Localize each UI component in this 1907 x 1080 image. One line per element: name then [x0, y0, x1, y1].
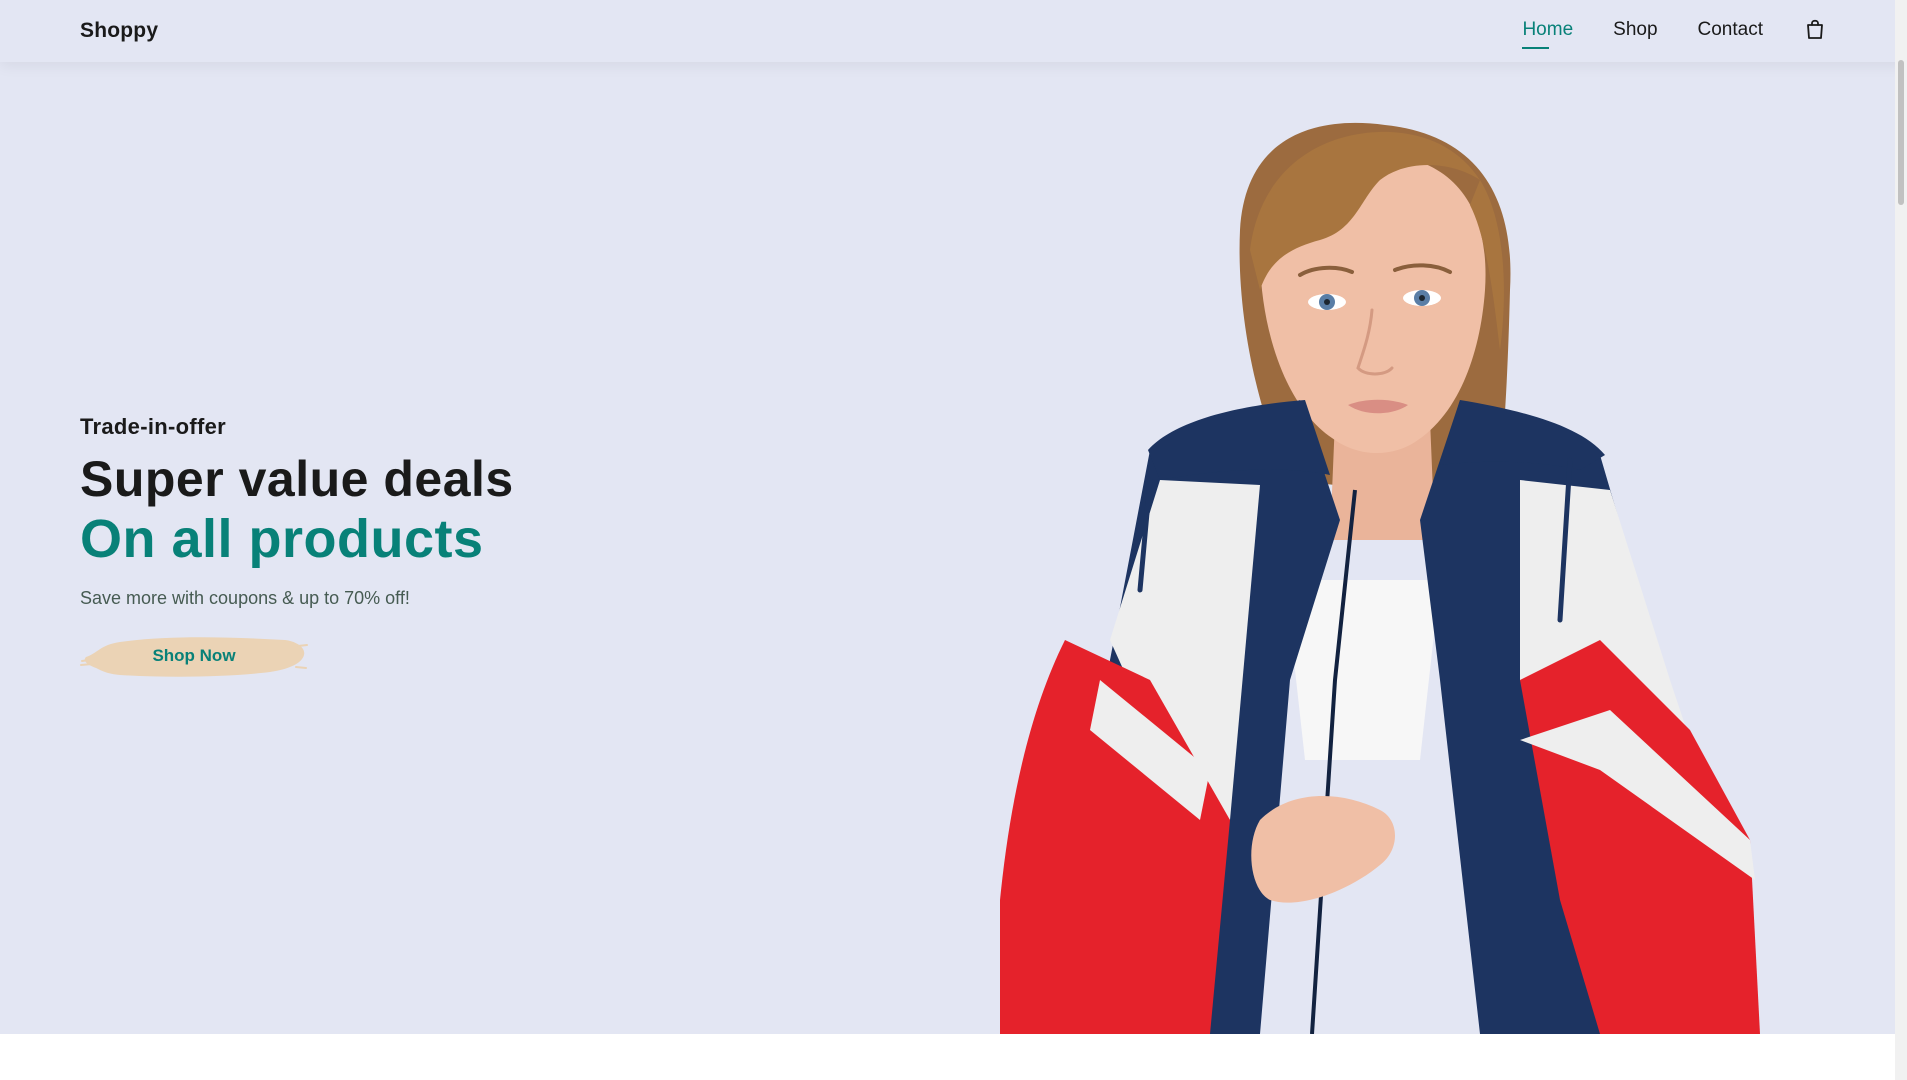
hero-subtext: Save more with coupons & up to 70% off! [80, 588, 410, 608]
hero-model-image [1000, 122, 1760, 1034]
scrollbar-thumb[interactable] [1898, 60, 1904, 205]
shopping-bag-icon[interactable] [1803, 17, 1827, 41]
nav-item-cart[interactable] [1763, 17, 1827, 46]
hero-text-block: Trade-in-offer Super value deals On all … [80, 414, 514, 681]
main-nav: Home Shop Contact [1482, 17, 1827, 49]
hero-section: Trade-in-offer Super value deals On all … [0, 0, 1907, 1034]
shop-now-button[interactable]: Shop Now [80, 631, 308, 681]
site-header: Shoppy Home Shop Contact [0, 0, 1907, 62]
site-logo[interactable]: Shoppy [80, 19, 158, 43]
hero-headline: Super value deals [80, 451, 514, 507]
shop-now-label: Shop Now [152, 646, 236, 665]
hero-headline-accent: On all products [80, 509, 484, 569]
nav-item-home[interactable]: Home [1522, 19, 1573, 49]
nav-item-shop[interactable]: Shop [1613, 19, 1657, 44]
nav-item-contact[interactable]: Contact [1698, 19, 1763, 44]
hero-eyebrow: Trade-in-offer [80, 414, 226, 439]
page-scrollbar[interactable] [1895, 0, 1907, 1080]
